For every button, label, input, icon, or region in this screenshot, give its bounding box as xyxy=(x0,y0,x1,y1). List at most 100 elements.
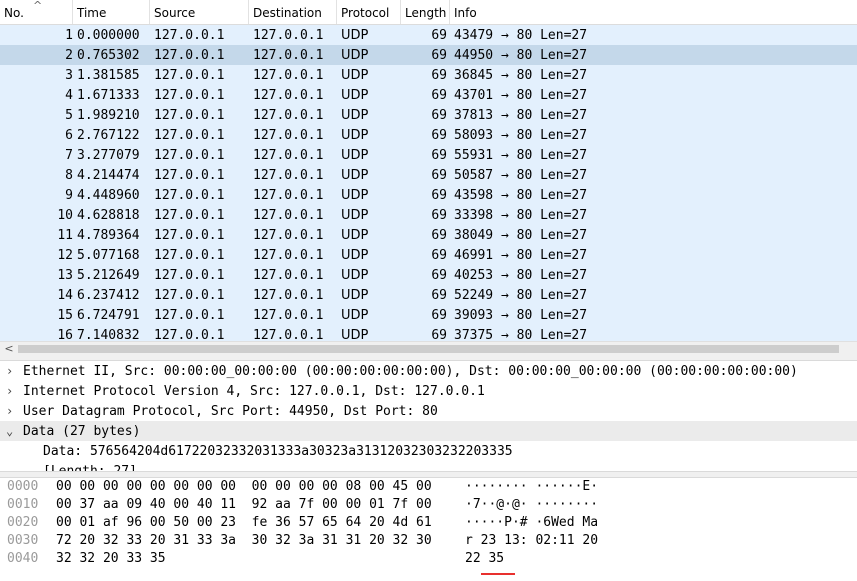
packet-info: 52249 → 80 Len=27 xyxy=(454,288,588,303)
detail-tree-item[interactable]: › Internet Protocol Version 4, Src: 127.0… xyxy=(0,381,857,401)
column-header-protocol[interactable]: Protocol xyxy=(337,0,401,24)
column-header-length[interactable]: Length xyxy=(401,0,450,24)
packet-protocol: UDP xyxy=(341,148,369,163)
sort-ascending-icon[interactable]: ^ xyxy=(33,0,42,13)
chevron-right-icon[interactable]: › xyxy=(6,361,18,382)
packet-row[interactable]: 4 1.671333 127.0.0.1 127.0.0.1 UDP 69 43701 → … xyxy=(0,85,857,105)
packet-no: 13 xyxy=(57,268,73,283)
packet-info: 39093 → 80 Len=27 xyxy=(454,308,588,323)
packet-list[interactable]: No. ^ Time Source Destination Protocol L… xyxy=(0,0,857,341)
ascii-bytes[interactable]: 22 35 xyxy=(465,550,504,568)
detail-tree-item[interactable]: [Length: 27] xyxy=(0,461,857,471)
packet-info: 33398 → 80 Len=27 xyxy=(454,208,588,223)
packet-info: 43598 → 80 Len=27 xyxy=(454,188,588,203)
packet-time: 5.212649 xyxy=(77,268,140,283)
byte-offset[interactable]: 0010 xyxy=(7,496,38,514)
packet-row[interactable]: 10 4.628818 127.0.0.1 127.0.0.1 UDP 69 33398 →… xyxy=(0,205,857,225)
packet-info: 36845 → 80 Len=27 xyxy=(454,68,588,83)
packet-destination: 127.0.0.1 xyxy=(253,108,324,123)
ascii-bytes[interactable]: ·7··@·@· ········ xyxy=(465,496,598,514)
packet-row[interactable]: 13 5.212649 127.0.0.1 127.0.0.1 UDP 69 40253 →… xyxy=(0,265,857,285)
detail-tree-item[interactable]: ⌄ Data (27 bytes) xyxy=(0,421,857,441)
packet-no: 3 xyxy=(65,68,73,83)
byte-offset[interactable]: 0020 xyxy=(7,514,38,532)
column-header-time[interactable]: Time xyxy=(73,0,150,24)
packet-protocol: UDP xyxy=(341,68,369,83)
scrollbar-thumb[interactable] xyxy=(18,345,839,353)
detail-tree-item[interactable]: › Ethernet II, Src: 00:00:00_00:00:00 (00… xyxy=(0,361,857,381)
packet-source: 127.0.0.1 xyxy=(154,328,225,341)
pane-splitter[interactable] xyxy=(0,471,857,478)
detail-tree-label: Data: 576564204d61722032332031333a30323a… xyxy=(43,444,513,459)
horizontal-scrollbar[interactable]: < xyxy=(0,341,857,356)
packet-length: 69 xyxy=(431,68,447,83)
column-header-source[interactable]: Source xyxy=(150,0,249,24)
packet-source: 127.0.0.1 xyxy=(154,88,225,103)
packet-destination: 127.0.0.1 xyxy=(253,168,324,183)
detail-tree-item[interactable]: › User Datagram Protocol, Src Port: 44950… xyxy=(0,401,857,421)
packet-destination: 127.0.0.1 xyxy=(253,268,324,283)
packet-info: 58093 → 80 Len=27 xyxy=(454,128,588,143)
packet-info: 46991 → 80 Len=27 xyxy=(454,248,588,263)
packet-time: 5.077168 xyxy=(77,248,140,263)
packet-source: 127.0.0.1 xyxy=(154,188,225,203)
packet-row[interactable]: 8 4.214474 127.0.0.1 127.0.0.1 UDP 69 50587 → … xyxy=(0,165,857,185)
packet-row[interactable]: 2 0.765302 127.0.0.1 127.0.0.1 UDP 69 44950 → … xyxy=(0,45,857,65)
hex-bytes[interactable]: 00 00 00 00 00 00 00 00 00 00 00 00 08 0… xyxy=(56,478,432,496)
packet-time: 0.000000 xyxy=(77,28,140,43)
packet-destination: 127.0.0.1 xyxy=(253,148,324,163)
packet-row[interactable]: 7 3.277079 127.0.0.1 127.0.0.1 UDP 69 55931 → … xyxy=(0,145,857,165)
packet-row[interactable]: 16 7.140832 127.0.0.1 127.0.0.1 UDP 69 37375 →… xyxy=(0,325,857,341)
hex-bytes[interactable]: 00 37 aa 09 40 00 40 11 92 aa 7f 00 00 0… xyxy=(56,496,432,514)
packet-row[interactable]: 14 6.237412 127.0.0.1 127.0.0.1 UDP 69 52249 →… xyxy=(0,285,857,305)
packet-time: 3.277079 xyxy=(77,148,140,163)
scroll-left-arrow-icon[interactable]: < xyxy=(2,342,16,356)
chevron-down-icon[interactable]: ⌄ xyxy=(6,421,18,442)
packet-source: 127.0.0.1 xyxy=(154,68,225,83)
ascii-bytes[interactable]: ·····P·# ·6Wed Ma xyxy=(465,514,598,532)
packet-row[interactable]: 9 4.448960 127.0.0.1 127.0.0.1 UDP 69 43598 → … xyxy=(0,185,857,205)
chevron-right-icon[interactable]: › xyxy=(6,381,18,402)
packet-no: 7 xyxy=(65,148,73,163)
packet-info: 44950 → 80 Len=27 xyxy=(454,48,588,63)
byte-offset[interactable]: 0030 xyxy=(7,532,38,550)
packet-info: 55931 → 80 Len=27 xyxy=(454,148,588,163)
column-header-destination[interactable]: Destination xyxy=(249,0,337,24)
packet-no: 12 xyxy=(57,248,73,263)
detail-tree-item[interactable]: Data: 576564204d61722032332031333a30323a… xyxy=(0,441,857,461)
packet-protocol: UDP xyxy=(341,128,369,143)
packet-length: 69 xyxy=(431,148,447,163)
hex-bytes[interactable]: 72 20 32 33 20 31 33 3a 30 32 3a 31 31 2… xyxy=(56,532,432,550)
packet-time: 7.140832 xyxy=(77,328,140,341)
hex-bytes[interactable]: 32 32 20 33 35 xyxy=(56,550,166,568)
packet-protocol: UDP xyxy=(341,228,369,243)
packet-info: 37813 → 80 Len=27 xyxy=(454,108,588,123)
packet-row[interactable]: 11 4.789364 127.0.0.1 127.0.0.1 UDP 69 38049 →… xyxy=(0,225,857,245)
byte-offset[interactable]: 0040 xyxy=(7,550,38,568)
detail-tree-label: Ethernet II, Src: 00:00:00_00:00:00 (00:… xyxy=(23,364,798,379)
packet-row[interactable]: 6 2.767122 127.0.0.1 127.0.0.1 UDP 69 58093 → … xyxy=(0,125,857,145)
packet-time: 6.237412 xyxy=(77,288,140,303)
ascii-bytes[interactable]: r 23 13: 02:11 20 xyxy=(465,532,598,550)
chevron-right-icon[interactable]: › xyxy=(6,401,18,422)
packet-row[interactable]: 1 0.000000 127.0.0.1 127.0.0.1 UDP 69 43479 → … xyxy=(0,25,857,45)
packet-source: 127.0.0.1 xyxy=(154,228,225,243)
packet-row[interactable]: 5 1.989210 127.0.0.1 127.0.0.1 UDP 69 37813 → … xyxy=(0,105,857,125)
packet-row[interactable]: 12 5.077168 127.0.0.1 127.0.0.1 UDP 69 46991 →… xyxy=(0,245,857,265)
packet-length: 69 xyxy=(431,268,447,283)
byte-offset[interactable]: 0000 xyxy=(7,478,38,496)
packet-protocol: UDP xyxy=(341,168,369,183)
column-header-info[interactable]: Info xyxy=(450,0,857,24)
packet-no: 4 xyxy=(65,88,73,103)
packet-source: 127.0.0.1 xyxy=(154,288,225,303)
packet-time: 4.448960 xyxy=(77,188,140,203)
packet-destination: 127.0.0.1 xyxy=(253,68,324,83)
hex-bytes[interactable]: 00 01 af 96 00 50 00 23 fe 36 57 65 64 2… xyxy=(56,514,432,532)
packet-source: 127.0.0.1 xyxy=(154,248,225,263)
packet-rows: 1 0.000000 127.0.0.1 127.0.0.1 UDP 69 43479 → … xyxy=(0,25,857,341)
packet-row[interactable]: 3 1.381585 127.0.0.1 127.0.0.1 UDP 69 36845 → … xyxy=(0,65,857,85)
packet-no: 8 xyxy=(65,168,73,183)
packet-row[interactable]: 15 6.724791 127.0.0.1 127.0.0.1 UDP 69 39093 →… xyxy=(0,305,857,325)
packet-no: 1 xyxy=(65,28,73,43)
ascii-bytes[interactable]: ········ ······E· xyxy=(465,478,598,496)
